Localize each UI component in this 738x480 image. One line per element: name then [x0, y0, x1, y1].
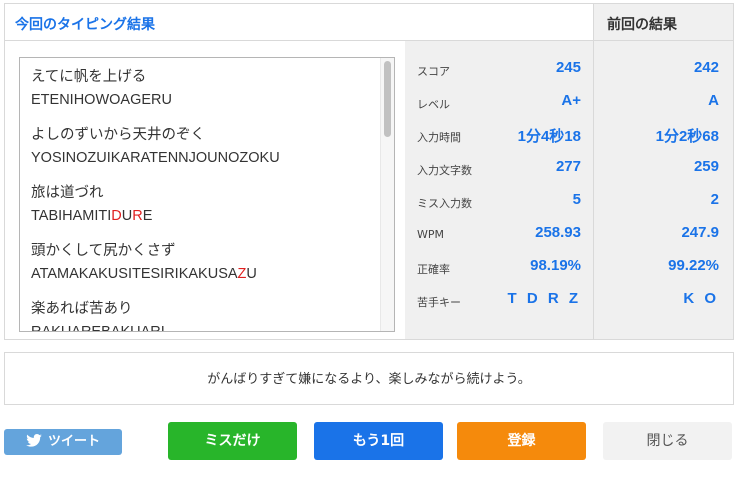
romaji-segment: ATAMAKAKUSITESIRIKAKUSA [31, 266, 238, 282]
stat-row-misses: ミス入力数 5 [405, 185, 593, 218]
scrollbar-thumb[interactable] [384, 61, 391, 137]
stat-previous-value: 247.9 [681, 224, 719, 241]
current-results-header: 今回のタイピング結果 [5, 4, 593, 41]
stat-label: ミス入力数 [417, 197, 472, 210]
prev-row-weak-keys: K O [593, 284, 733, 317]
stat-current-value: 1分4秒18 [517, 128, 581, 145]
romaji-segment: ETENIHOWOAGERU [31, 92, 172, 108]
romaji-segment: RAKUAREBAKUARI [31, 324, 165, 332]
stat-previous-value: A [708, 92, 719, 109]
word-item: えてに帆を上げる ETENIHOWOAGERU [31, 68, 172, 109]
typed-words-list[interactable]: えてに帆を上げる ETENIHOWOAGERU よしのずいから天井のぞく YOS… [19, 57, 395, 332]
prev-row-wpm: 247.9 [593, 218, 733, 251]
stat-row-level: レベル A+ [405, 86, 593, 119]
miss-only-button[interactable]: ミスだけ [168, 422, 297, 460]
stat-previous-value: 1分2秒68 [655, 128, 719, 145]
stat-current-value: 277 [555, 158, 581, 175]
stat-previous-value: 259 [693, 158, 719, 175]
prev-row-chars: 259 [593, 152, 733, 185]
stat-previous-value: K O [683, 290, 719, 307]
stat-row-chars: 入力文字数 277 [405, 152, 593, 185]
word-japanese: 頭かくして尻かくさず [31, 243, 176, 259]
romaji-segment: TABIHAMITI [31, 208, 112, 224]
word-romaji: TABIHAMITIDURE [31, 207, 152, 225]
romaji-segment: U [246, 266, 257, 282]
stat-current-value: 245 [555, 59, 581, 76]
results-panel: 今回のタイピング結果 前回の結果 えてに帆を上げる ETENIHOWOAGERU… [4, 3, 734, 340]
romaji-miss-segment: R [132, 208, 143, 224]
word-item: 楽あれば苦あり RAKUAREBAKUARI [31, 300, 165, 332]
word-japanese: えてに帆を上げる [31, 69, 147, 85]
stat-label: WPM [417, 228, 445, 241]
word-japanese: よしのずいから天井のぞく [31, 127, 205, 143]
play-again-button[interactable]: もう1回 [314, 422, 443, 460]
stat-row-wpm: WPM 258.93 [405, 218, 593, 251]
stat-current-value: T D R Z [507, 290, 581, 307]
stat-label: スコア [417, 65, 450, 78]
close-button[interactable]: 閉じる [603, 422, 732, 460]
word-item: よしのずいから天井のぞく YOSINOZUIKARATENNJOUNOZOKU [31, 126, 280, 167]
stat-previous-value: 2 [710, 191, 719, 208]
prev-row-time: 1分2秒68 [593, 119, 733, 152]
word-romaji: ATAMAKAKUSITESIRIKAKUSAZU [31, 265, 257, 283]
tweet-button[interactable]: ツイート [4, 429, 122, 455]
stat-row-time: 入力時間 1分4秒18 [405, 119, 593, 152]
stat-label: 入力文字数 [417, 164, 472, 177]
tweet-label: ツイート [47, 434, 100, 449]
previous-results-header: 前回の結果 [594, 4, 734, 41]
prev-row-score: 242 [593, 53, 733, 86]
stat-row-score: スコア 245 [405, 53, 593, 86]
message-text: がんばりすぎて嫌になるより、楽しみながら続けよう。 [207, 372, 531, 387]
prev-row-misses: 2 [593, 185, 733, 218]
encouragement-message: がんばりすぎて嫌になるより、楽しみながら続けよう。 [4, 352, 734, 405]
stat-label: 苦手キー [417, 296, 461, 309]
word-item: 頭かくして尻かくさず ATAMAKAKUSITESIRIKAKUSAZU [31, 242, 257, 283]
romaji-miss-segment: D [111, 208, 122, 224]
word-list-scrollbar[interactable] [380, 58, 394, 331]
stat-previous-value: 99.22% [668, 257, 719, 274]
stat-label: 入力時間 [417, 131, 461, 144]
twitter-bird-icon [26, 433, 42, 447]
stat-previous-value: 242 [693, 59, 719, 76]
word-romaji: ETENIHOWOAGERU [31, 91, 172, 109]
current-results-title: 今回のタイピング結果 [15, 17, 155, 33]
stat-label: 正確率 [417, 263, 450, 276]
stat-current-value: 5 [572, 191, 581, 208]
previous-results-title: 前回の結果 [607, 17, 677, 33]
romaji-segment: U [121, 208, 133, 224]
stat-row-weak-keys: 苦手キー T D R Z [405, 284, 593, 317]
prev-row-level: A [593, 86, 733, 119]
stat-current-value: 98.19% [530, 257, 581, 274]
word-japanese: 楽あれば苦あり [31, 301, 133, 317]
stat-current-value: A+ [561, 92, 581, 109]
stat-label: レベル [417, 98, 450, 111]
romaji-segment: YOSINOZUIKARATENNJOUNOZOKU [31, 150, 280, 166]
stat-current-value: 258.93 [535, 224, 581, 241]
stat-row-accuracy: 正確率 98.19% [405, 251, 593, 284]
prev-row-accuracy: 99.22% [593, 251, 733, 284]
word-item: 旅は道づれ TABIHAMITIDURE [31, 184, 152, 225]
register-button[interactable]: 登録 [457, 422, 586, 460]
word-romaji: YOSINOZUIKARATENNJOUNOZOKU [31, 149, 280, 167]
word-japanese: 旅は道づれ [31, 185, 104, 201]
romaji-segment: E [142, 208, 153, 224]
word-romaji: RAKUAREBAKUARI [31, 323, 165, 332]
